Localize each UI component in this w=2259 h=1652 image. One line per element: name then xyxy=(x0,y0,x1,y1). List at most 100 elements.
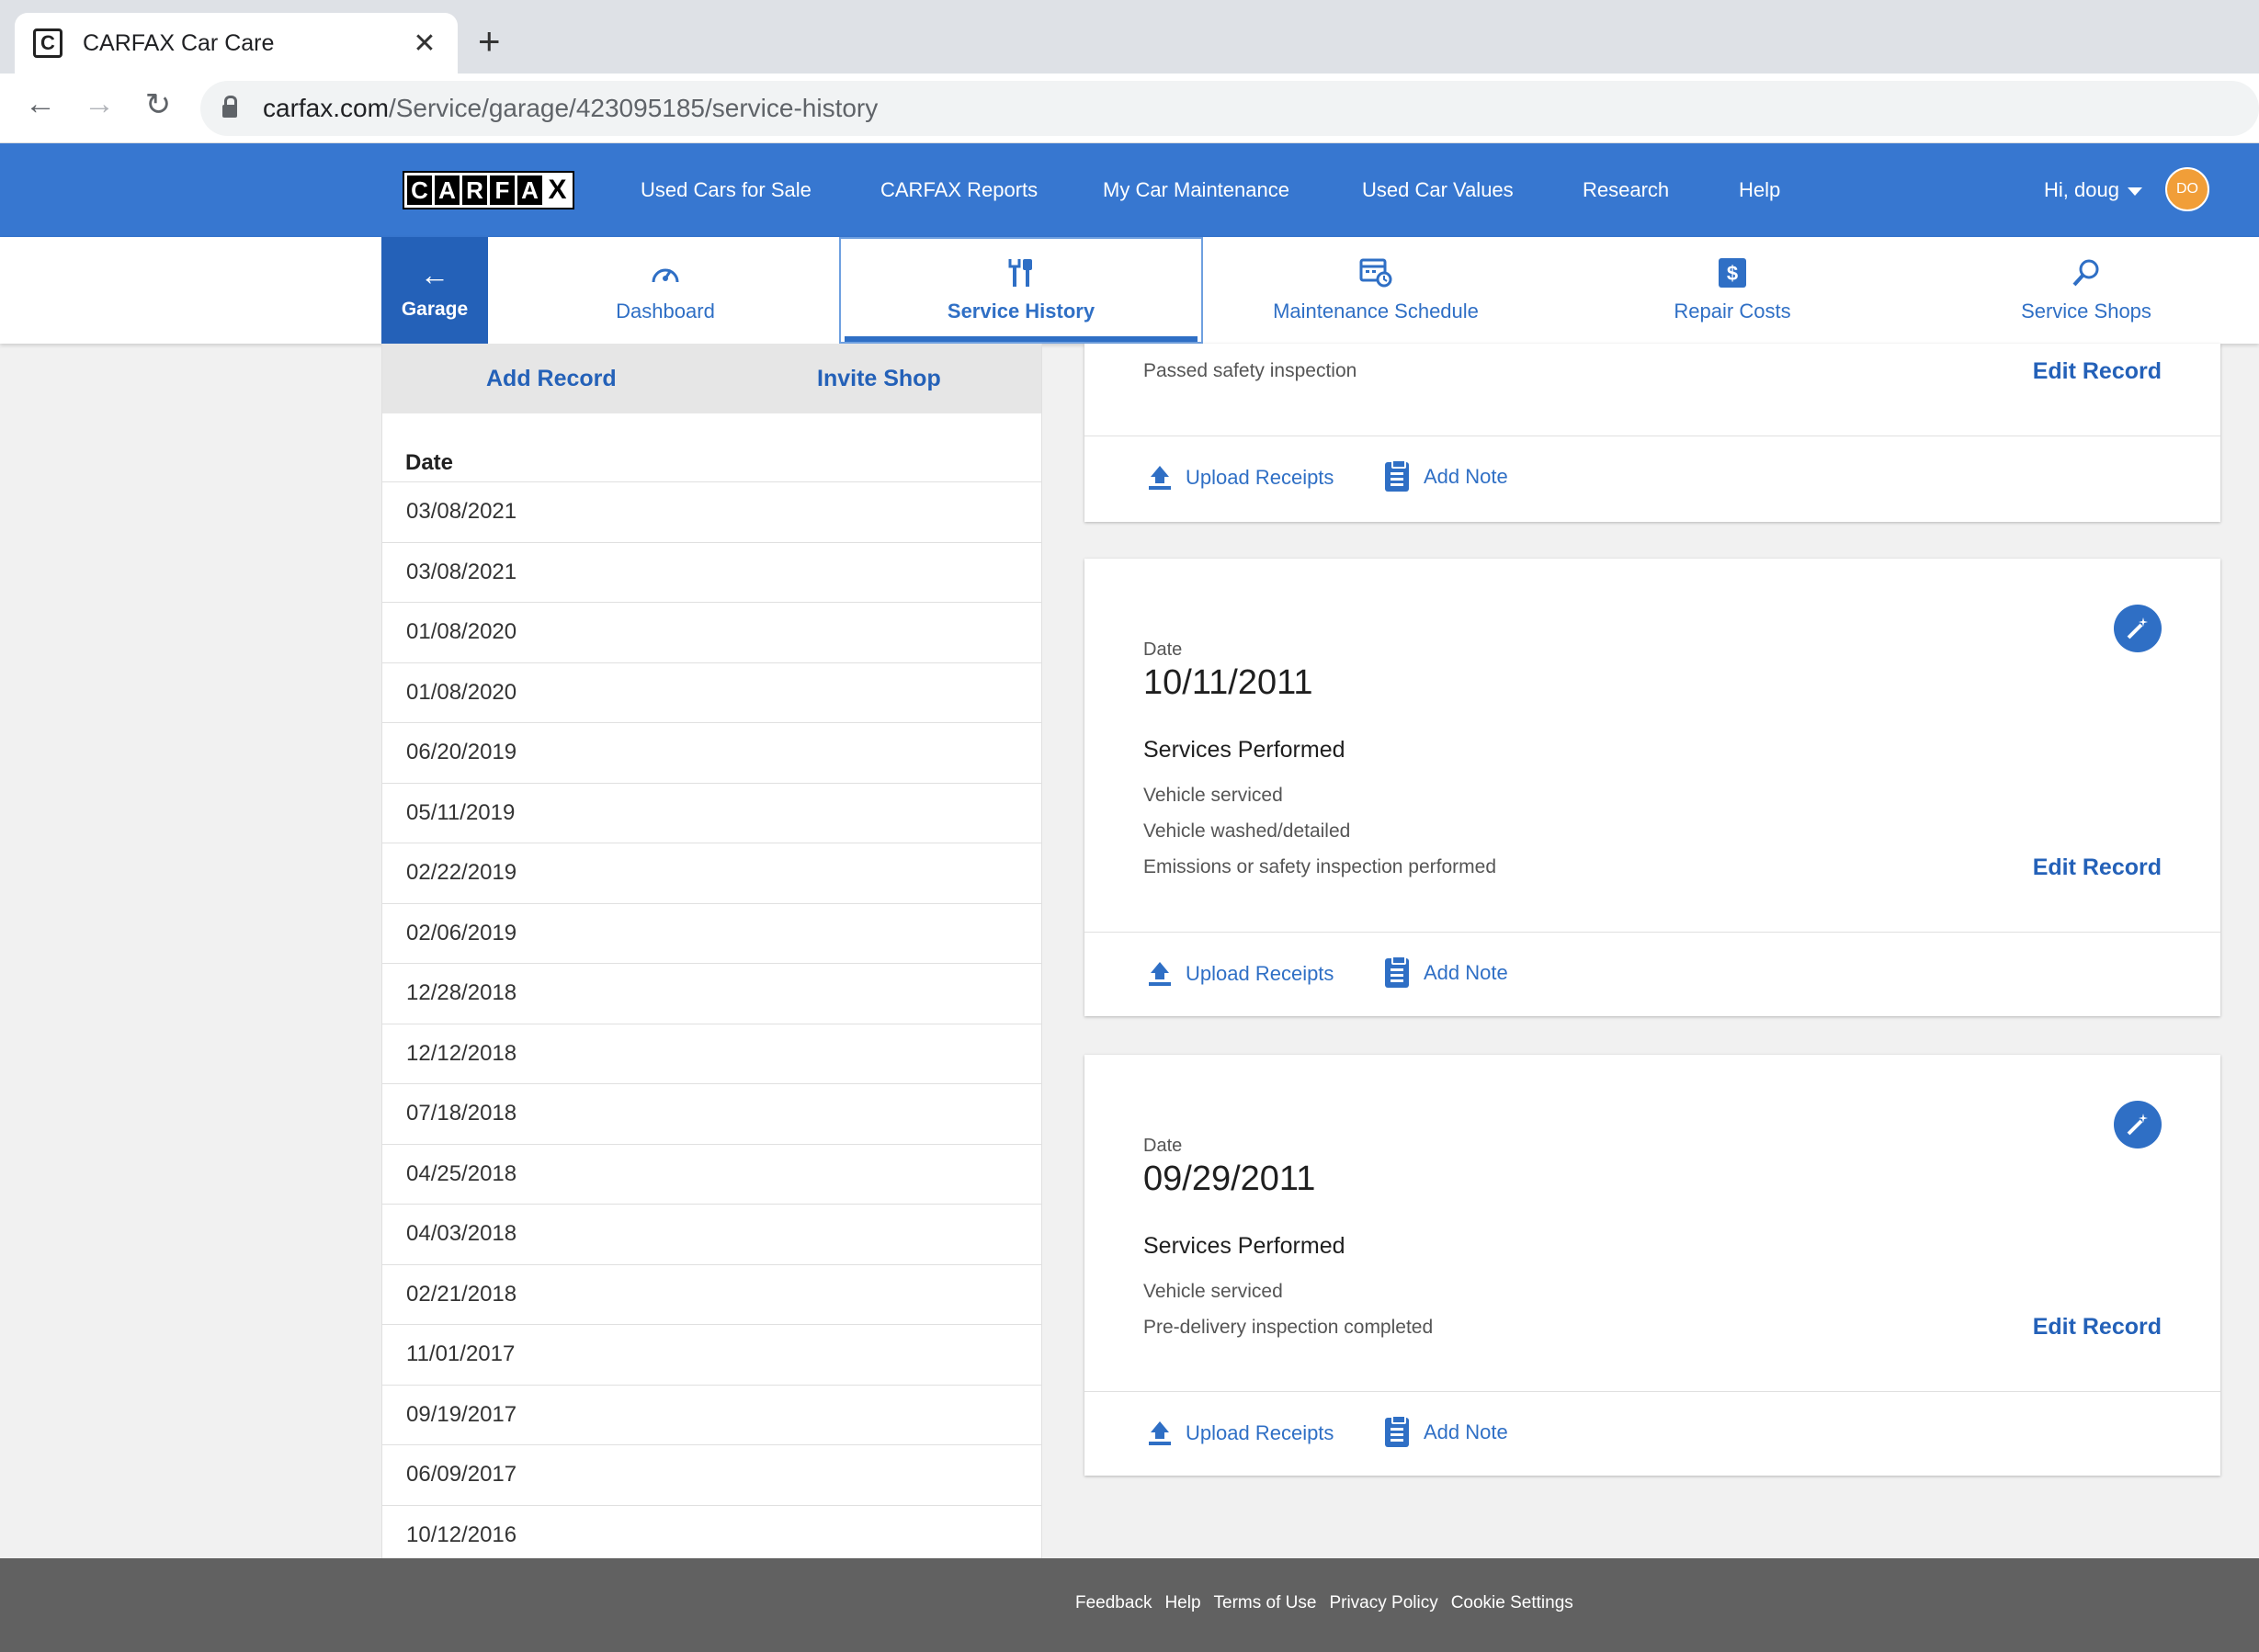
tab-label: Service Shops xyxy=(2021,300,2151,322)
upload-label: Upload Receipts xyxy=(1186,962,1334,985)
nav-help[interactable]: Help xyxy=(1739,178,1780,202)
edit-record-button[interactable]: Edit Record xyxy=(2033,1314,2162,1341)
calendar-clock-icon xyxy=(1359,257,1392,289)
service-item: Passed safety inspection xyxy=(1143,360,1357,381)
logo-letter: X xyxy=(545,175,570,205)
clipboard-icon xyxy=(1385,1415,1409,1447)
date-row[interactable]: 02/06/2019 xyxy=(382,902,1041,964)
add-note-link[interactable]: Add Note xyxy=(1385,459,1508,492)
date-row[interactable]: 12/28/2018 xyxy=(382,963,1041,1024)
carfax-logo[interactable]: CARFAX xyxy=(403,171,574,209)
record-date: 10/11/2011 xyxy=(1143,663,1313,702)
url-path: /Service/garage/423095185/service-histor… xyxy=(388,94,879,122)
dollar-icon: $ xyxy=(1719,257,1746,289)
card-footer: Upload Receipts Add Note xyxy=(1084,932,2220,1016)
date-row[interactable]: 02/21/2018 xyxy=(382,1263,1041,1325)
lock-icon xyxy=(222,96,237,118)
date-column-header: Date xyxy=(405,450,454,475)
svg-text:$: $ xyxy=(1727,262,1738,285)
tab-dashboard[interactable]: Dashboard xyxy=(501,237,830,344)
add-note-label: Add Note xyxy=(1424,1420,1508,1443)
nav-used-cars[interactable]: Used Cars for Sale xyxy=(641,178,812,202)
date-row[interactable]: 06/09/2017 xyxy=(382,1444,1041,1505)
nav-used-car-values[interactable]: Used Car Values xyxy=(1362,178,1514,202)
service-item: Vehicle serviced xyxy=(1143,1281,1283,1302)
card-footer: Upload Receipts Add Note xyxy=(1084,436,2220,522)
date-row[interactable]: 04/25/2018 xyxy=(382,1143,1041,1205)
close-tab-icon[interactable]: ✕ xyxy=(410,28,439,60)
footer-link-cookie-settings[interactable]: Cookie Settings xyxy=(1451,1593,1573,1613)
avatar[interactable]: DO xyxy=(2165,167,2209,211)
address-bar[interactable]: carfax.com/Service/garage/423095185/serv… xyxy=(200,81,2259,136)
logo-letter: C xyxy=(407,175,432,205)
nav-carfax-reports[interactable]: CARFAX Reports xyxy=(880,178,1038,202)
tab-service-shops[interactable]: Service Shops xyxy=(1930,237,2242,344)
upload-receipts-link[interactable]: Upload Receipts xyxy=(1149,1421,1334,1445)
footer-link-terms-of-use[interactable]: Terms of Use xyxy=(1214,1593,1317,1613)
edit-record-button[interactable]: Edit Record xyxy=(2033,358,2162,385)
service-item: Vehicle washed/detailed xyxy=(1143,820,1351,842)
chevron-down-icon[interactable] xyxy=(2128,187,2142,196)
upload-label: Upload Receipts xyxy=(1186,1421,1334,1444)
tab-label: Maintenance Schedule xyxy=(1273,300,1479,322)
footer-link-privacy-policy[interactable]: Privacy Policy xyxy=(1329,1593,1437,1613)
date-row[interactable]: 03/08/2021 xyxy=(382,541,1041,603)
date-row[interactable]: 01/08/2020 xyxy=(382,662,1041,723)
date-row[interactable]: 07/18/2018 xyxy=(382,1083,1041,1144)
date-row[interactable]: 11/01/2017 xyxy=(382,1324,1041,1385)
invite-shop-button[interactable]: Invite Shop xyxy=(817,366,941,392)
site-footer: Feedback Help Terms of Use Privacy Policy Co… xyxy=(0,1558,2259,1652)
add-note-label: Add Note xyxy=(1424,465,1508,488)
date-row[interactable]: 03/08/2021 xyxy=(382,481,1041,542)
upload-receipts-link[interactable]: Upload Receipts xyxy=(1149,962,1334,986)
date-row[interactable]: 12/12/2018 xyxy=(382,1023,1041,1084)
services-performed-title: Services Performed xyxy=(1143,737,1345,763)
date-row[interactable]: 09/19/2017 xyxy=(382,1384,1041,1445)
new-tab-icon[interactable]: + xyxy=(478,22,501,61)
date-row[interactable]: 01/08/2020 xyxy=(382,602,1041,662)
tab-service-history[interactable]: Service History xyxy=(839,237,1203,344)
user-greeting[interactable]: Hi, doug xyxy=(2044,178,2119,202)
add-note-link[interactable]: Add Note xyxy=(1385,1415,1508,1447)
logo-letter: R xyxy=(462,175,487,205)
footer-link-help[interactable]: Help xyxy=(1164,1593,1200,1613)
service-record-card: Date 10/11/2011 Services Performed Vehic… xyxy=(1084,559,2220,1016)
card-footer: Upload Receipts Add Note xyxy=(1084,1391,2220,1476)
add-record-button[interactable]: Add Record xyxy=(486,366,617,392)
search-icon xyxy=(2072,257,2101,289)
date-row[interactable]: 10/12/2016 xyxy=(382,1504,1041,1559)
magic-wand-icon[interactable] xyxy=(2114,1101,2162,1148)
date-label: Date xyxy=(1143,639,1183,660)
logo-letter: A xyxy=(435,175,460,205)
upload-label: Upload Receipts xyxy=(1186,466,1334,489)
logo-letter: A xyxy=(517,175,542,205)
upload-receipts-link[interactable]: Upload Receipts xyxy=(1149,466,1334,490)
add-note-link[interactable]: Add Note xyxy=(1385,956,1508,988)
browser-tab-bar: C CARFAX Car Care ✕ + xyxy=(0,0,2259,74)
arrow-left-icon: ← xyxy=(420,258,449,291)
footer-link-feedback[interactable]: Feedback xyxy=(1075,1593,1152,1613)
url-domain: carfax.com xyxy=(263,94,389,122)
upload-icon xyxy=(1149,962,1171,986)
edit-record-button[interactable]: Edit Record xyxy=(2033,854,2162,881)
forward-arrow-icon[interactable]: → xyxy=(77,86,121,122)
nav-my-car-maintenance[interactable]: My Car Maintenance xyxy=(1103,178,1289,202)
nav-research[interactable]: Research xyxy=(1583,178,1669,202)
service-item: Emissions or safety inspection performed xyxy=(1143,856,1496,877)
date-row[interactable]: 06/20/2019 xyxy=(382,722,1041,783)
browser-tab[interactable]: C CARFAX Car Care ✕ xyxy=(15,13,458,74)
service-dates-panel: Add Record Invite Shop Date 03/08/2021 03… xyxy=(381,344,1042,1558)
date-row[interactable]: 04/03/2018 xyxy=(382,1204,1041,1264)
browser-toolbar: ← → ↻ carfax.com/Service/garage/42309518… xyxy=(0,74,2259,143)
magic-wand-icon[interactable] xyxy=(2114,605,2162,652)
date-list: 03/08/2021 03/08/2021 01/08/2020 01/08/2020… xyxy=(382,481,1041,1559)
date-row[interactable]: 02/22/2019 xyxy=(382,843,1041,903)
service-item: Pre-delivery inspection completed xyxy=(1143,1317,1434,1338)
back-arrow-icon[interactable]: ← xyxy=(18,86,62,122)
wrench-icon xyxy=(1007,257,1035,289)
tab-maintenance-schedule[interactable]: Maintenance Schedule xyxy=(1212,237,1539,344)
tab-repair-costs[interactable]: $ Repair Costs xyxy=(1581,237,1884,344)
garage-button[interactable]: ← Garage xyxy=(381,237,488,344)
reload-icon[interactable]: ↻ xyxy=(136,86,180,123)
date-row[interactable]: 05/11/2019 xyxy=(382,782,1041,843)
